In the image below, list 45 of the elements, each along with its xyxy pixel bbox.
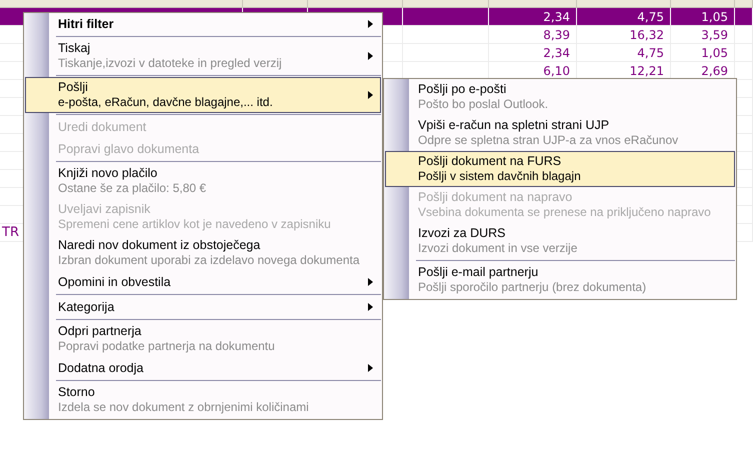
table-cell: 3,59	[701, 28, 728, 42]
table-cell: 4,75	[637, 10, 664, 24]
table-cell: 4,75	[637, 46, 664, 60]
menu-item-description: Popravi podatke partnerja na dokumentu	[58, 339, 276, 354]
menu-item-label: Kategorija	[58, 298, 116, 314]
menu-item-description: Izbran dokument uporabi za izdelavo novega dokumenta	[58, 253, 361, 268]
table-cell: 1,05	[701, 46, 728, 60]
menu-item-description: Spremeni cene artiklov kot je navedeno v zapisniku	[58, 217, 332, 232]
menu-item-label: Dodatna orodja	[58, 360, 144, 376]
menu-item-description: Pošlji v sistem davčnih blagajn	[418, 169, 582, 184]
table-cell: 2,69	[701, 64, 728, 78]
table-cell: 2,34	[543, 10, 570, 24]
menu-item-label: Opomini in obvestila	[58, 274, 172, 290]
menu-item-label: Odpri partnerja	[58, 323, 142, 339]
menu-item-label: Storno	[58, 384, 96, 400]
table-cell: 6,10	[543, 64, 570, 78]
menu-item-label: Naredi nov dokument iz obstoječega	[58, 237, 262, 253]
menu-item-description: Pošlji sporočilo partnerju (brez dokumenta)	[418, 280, 648, 295]
table-cell: 1,05	[701, 10, 728, 24]
menu-item-description: Pošto bo poslal Outlook.	[418, 97, 550, 112]
menu-item-description: Izdela se nov dokument z obrnjenimi količinami	[58, 400, 310, 415]
table-cell: 16,32	[630, 28, 664, 42]
menu-item-label: Pošlji po e-pošti	[418, 81, 508, 97]
table-cell: 12,21	[630, 64, 664, 78]
table-cell: TR	[2, 225, 19, 240]
table-cell: 8,39	[543, 28, 570, 42]
menu-item-label: Tiskaj	[58, 40, 92, 56]
menu-item-description: Odpre se spletna stran UJP-a za vnos eRačunov	[418, 133, 680, 148]
menu-item-label: Hitri filter	[58, 16, 115, 32]
menu-item-description: Tiskanje,izvozi v datoteke in pregled verzij	[58, 56, 283, 71]
menu-item-description: Ostane še za plačilo: 5,80 €	[58, 181, 208, 196]
menu-item-description: Vsebina dokumenta se prenese na priključeno napravo	[418, 205, 712, 220]
menu-item-label: Knjiži novo plačilo	[58, 165, 158, 181]
menu-item-label: Pošlji dokument na FURS	[418, 153, 562, 169]
menu-item-label: Pošlji dokument na napravo	[418, 189, 574, 205]
table-cell: 2,34	[543, 46, 570, 60]
menu-item-description: e-pošta, eRačun, davčne blagajne,... itd.	[58, 95, 274, 110]
menu-item-label: Vpiši e-račun na spletni strani UJP	[418, 117, 610, 133]
menu-item-label: Izvozi za DURS	[418, 225, 507, 241]
menu-item-label: Uredi dokument	[58, 118, 148, 134]
menu-item-label: Popravi glavo dokumenta	[58, 140, 200, 156]
menu-item-label: Uveljavi zapisnik	[58, 201, 152, 217]
menu-item-label: Pošlji e-mail partnerju	[418, 264, 540, 280]
menu-item-description: Izvozi dokument in vse verzije	[418, 241, 578, 256]
menu-item-label: Pošlji	[58, 79, 89, 95]
